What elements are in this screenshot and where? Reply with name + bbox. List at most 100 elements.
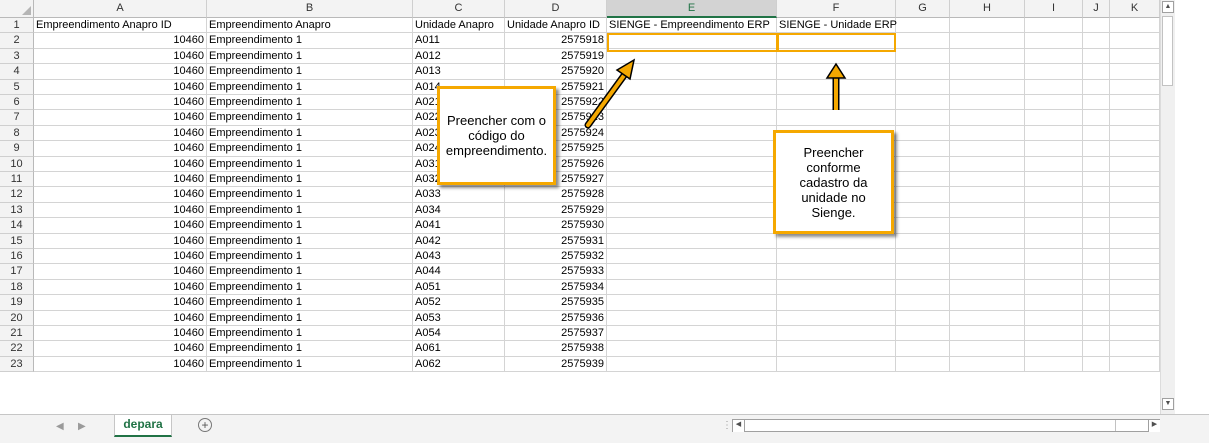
column-header-k[interactable]: K bbox=[1110, 0, 1160, 18]
cell-a13[interactable]: 10460 bbox=[34, 202, 207, 219]
cell-empty[interactable] bbox=[1110, 33, 1160, 49]
cell-empty[interactable] bbox=[1110, 218, 1160, 234]
cell-b20[interactable]: Empreendimento 1 bbox=[207, 310, 413, 326]
row-header[interactable]: 16 bbox=[0, 249, 34, 265]
cell-a20[interactable]: 10460 bbox=[34, 310, 207, 326]
cell-b23[interactable]: Empreendimento 1 bbox=[207, 356, 413, 373]
row-header[interactable]: 15 bbox=[0, 233, 34, 249]
cell-empty[interactable] bbox=[1110, 326, 1160, 342]
cell-c15[interactable]: A042 bbox=[413, 233, 505, 249]
cell-empty[interactable] bbox=[1083, 110, 1110, 126]
cell-empty[interactable] bbox=[950, 310, 1025, 326]
row-header[interactable]: 20 bbox=[0, 310, 34, 326]
cell-empty[interactable] bbox=[1083, 141, 1110, 157]
cell-empty[interactable] bbox=[1110, 356, 1160, 373]
row-header[interactable]: 2 bbox=[0, 33, 34, 49]
cell-d20[interactable]: 2575936 bbox=[505, 310, 607, 326]
cell-b17[interactable]: Empreendimento 1 bbox=[207, 264, 413, 280]
cell-empty[interactable] bbox=[1025, 249, 1083, 265]
cell-f19[interactable] bbox=[777, 295, 896, 311]
cell-empty[interactable] bbox=[1110, 264, 1160, 280]
cell-c20[interactable]: A053 bbox=[413, 310, 505, 326]
cell-empty[interactable] bbox=[1083, 279, 1110, 296]
cell-d21[interactable]: 2575937 bbox=[505, 326, 607, 342]
cell-a22[interactable]: 10460 bbox=[34, 341, 207, 357]
cell-f23[interactable] bbox=[777, 356, 896, 373]
cell-empty[interactable] bbox=[896, 172, 950, 188]
cell-a8[interactable]: 10460 bbox=[34, 125, 207, 142]
cell-b4[interactable]: Empreendimento 1 bbox=[207, 64, 413, 80]
cell-empty[interactable] bbox=[1025, 202, 1083, 219]
cell-d15[interactable]: 2575931 bbox=[505, 233, 607, 249]
cell-b1[interactable]: Empreendimento Anapro bbox=[207, 18, 413, 34]
cell-empty[interactable] bbox=[950, 156, 1025, 172]
cell-f20[interactable] bbox=[777, 310, 896, 326]
row-header[interactable]: 5 bbox=[0, 79, 34, 95]
cell-e2[interactable] bbox=[607, 33, 777, 49]
cell-d16[interactable]: 2575932 bbox=[505, 249, 607, 265]
cell-e4[interactable] bbox=[607, 64, 777, 80]
cell-empty[interactable] bbox=[896, 310, 950, 326]
cell-f18[interactable] bbox=[777, 279, 896, 296]
cell-e14[interactable] bbox=[607, 218, 777, 234]
row-header[interactable]: 18 bbox=[0, 279, 34, 296]
cell-empty[interactable] bbox=[1083, 218, 1110, 234]
cell-e17[interactable] bbox=[607, 264, 777, 280]
cell-b7[interactable]: Empreendimento 1 bbox=[207, 110, 413, 126]
cell-f21[interactable] bbox=[777, 326, 896, 342]
scroll-down-button[interactable]: ▼ bbox=[1162, 398, 1174, 410]
cell-d3[interactable]: 2575919 bbox=[505, 48, 607, 65]
cell-c12[interactable]: A033 bbox=[413, 187, 505, 203]
scroll-up-button[interactable]: ▲ bbox=[1162, 1, 1174, 13]
cell-b21[interactable]: Empreendimento 1 bbox=[207, 326, 413, 342]
column-header-j[interactable]: J bbox=[1083, 0, 1110, 18]
cell-empty[interactable] bbox=[896, 48, 950, 65]
cell-empty[interactable] bbox=[896, 187, 950, 203]
cell-empty[interactable] bbox=[1025, 64, 1083, 80]
cell-e22[interactable] bbox=[607, 341, 777, 357]
cell-d23[interactable]: 2575939 bbox=[505, 356, 607, 373]
cell-empty[interactable] bbox=[1110, 79, 1160, 95]
cell-f16[interactable] bbox=[777, 249, 896, 265]
row-header[interactable]: 1 bbox=[0, 18, 34, 34]
cell-empty[interactable] bbox=[950, 233, 1025, 249]
cell-e15[interactable] bbox=[607, 233, 777, 249]
row-header[interactable]: 12 bbox=[0, 187, 34, 203]
cell-b16[interactable]: Empreendimento 1 bbox=[207, 249, 413, 265]
cell-e20[interactable] bbox=[607, 310, 777, 326]
cell-empty[interactable] bbox=[1025, 264, 1083, 280]
cell-empty[interactable] bbox=[1083, 18, 1110, 34]
cell-b13[interactable]: Empreendimento 1 bbox=[207, 202, 413, 219]
cell-empty[interactable] bbox=[1110, 249, 1160, 265]
cell-empty[interactable] bbox=[1110, 156, 1160, 172]
cell-b9[interactable]: Empreendimento 1 bbox=[207, 141, 413, 157]
cell-c18[interactable]: A051 bbox=[413, 279, 505, 296]
cell-empty[interactable] bbox=[896, 279, 950, 296]
cell-empty[interactable] bbox=[1025, 110, 1083, 126]
cell-d22[interactable]: 2575938 bbox=[505, 341, 607, 357]
cell-e6[interactable] bbox=[607, 95, 777, 111]
split-handle-icon[interactable]: ⋮ bbox=[722, 420, 732, 431]
cell-empty[interactable] bbox=[1025, 141, 1083, 157]
cell-e3[interactable] bbox=[607, 48, 777, 65]
column-header-e[interactable]: E bbox=[607, 0, 777, 18]
cell-b8[interactable]: Empreendimento 1 bbox=[207, 125, 413, 142]
cell-a5[interactable]: 10460 bbox=[34, 79, 207, 95]
cell-f7[interactable] bbox=[777, 110, 896, 126]
column-header-g[interactable]: G bbox=[896, 0, 950, 18]
column-header-a[interactable]: A bbox=[34, 0, 207, 18]
cell-empty[interactable] bbox=[896, 141, 950, 157]
cell-empty[interactable] bbox=[950, 172, 1025, 188]
cell-empty[interactable] bbox=[1110, 172, 1160, 188]
cell-f5[interactable] bbox=[777, 79, 896, 95]
cell-empty[interactable] bbox=[1083, 95, 1110, 111]
cell-c1[interactable]: Unidade Anapro bbox=[413, 18, 505, 34]
vertical-scroll-thumb[interactable] bbox=[1162, 16, 1173, 86]
cell-empty[interactable] bbox=[1083, 64, 1110, 80]
cell-empty[interactable] bbox=[1025, 326, 1083, 342]
column-header-d[interactable]: D bbox=[505, 0, 607, 18]
cell-empty[interactable] bbox=[1110, 141, 1160, 157]
cell-e16[interactable] bbox=[607, 249, 777, 265]
cell-a3[interactable]: 10460 bbox=[34, 48, 207, 65]
cell-a1[interactable]: Empreendimento Anapro ID bbox=[34, 18, 207, 34]
